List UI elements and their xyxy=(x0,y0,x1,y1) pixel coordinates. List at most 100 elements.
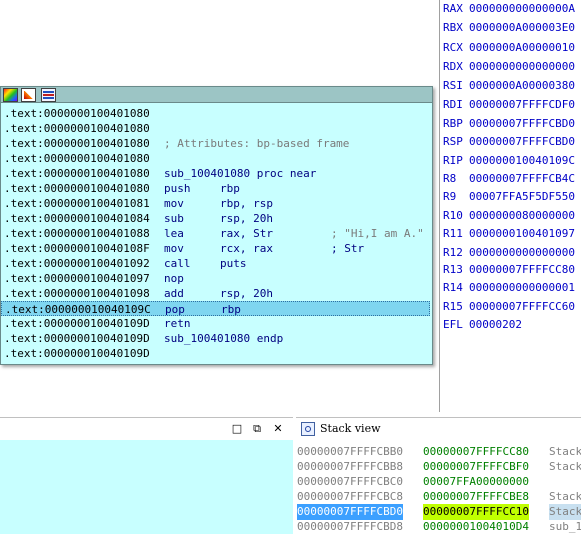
register-value[interactable]: 0000000100401097 xyxy=(469,227,575,240)
restore-button[interactable]: □ xyxy=(229,421,245,437)
stack-value[interactable]: 00000007FFFFCC10 xyxy=(423,504,529,520)
stack-view[interactable]: 00000007FFFFCBB0 00000007FFFFCC80 Stack 000… xyxy=(296,440,581,534)
instruction-mnemonic: add xyxy=(164,287,184,300)
register-name: R15 xyxy=(443,300,463,313)
popup-toolbar xyxy=(1,87,432,103)
register-name: RAX xyxy=(443,2,463,15)
listing-line[interactable]: .text:0000000100401097 nop xyxy=(1,271,430,286)
instruction-mnemonic: nop xyxy=(164,272,184,285)
register-row[interactable]: R10 0000000080000000 xyxy=(443,207,575,225)
register-value[interactable]: 000000010040109C xyxy=(469,154,575,167)
stack-address: 00000007FFFFCBD0 xyxy=(297,504,403,520)
stack-row[interactable]: 00000007FFFFCBD8 00000001004010D4 sub_1 xyxy=(296,519,581,535)
listing-line[interactable]: .text:0000000100401084 sub rsp, 20h xyxy=(1,211,430,226)
register-value[interactable]: 0000000A00000010 xyxy=(469,41,575,54)
stack-view-icon xyxy=(301,422,315,436)
register-value[interactable]: 00000007FFFFCDF0 xyxy=(469,98,575,111)
listing-line[interactable]: .text:000000010040108F mov rcx, rax ; Str xyxy=(1,241,430,256)
register-name: RSP xyxy=(443,135,463,148)
register-row[interactable]: RIP 000000010040109C xyxy=(443,152,575,170)
listing-popup[interactable]: .text:0000000100401080 .text:000000010040… xyxy=(0,86,433,365)
stack-row[interactable]: 00000007FFFFCBB0 00000007FFFFCC80 Stack xyxy=(296,444,581,460)
listing-line[interactable]: .text:0000000100401088 lea rax, Str ; "Hi,I… xyxy=(1,226,430,241)
register-value[interactable]: 0000000000000001 xyxy=(469,281,575,294)
register-name: RBX xyxy=(443,21,463,34)
register-value[interactable]: 0000000A000003E0 xyxy=(469,21,575,34)
line-address: .text:0000000100401080 xyxy=(4,152,150,165)
stack-row[interactable]: 00000007FFFFCBB8 00000007FFFFCBF0 Stack xyxy=(296,459,581,475)
register-name: RDX xyxy=(443,60,463,73)
register-value[interactable]: 00000007FFFFCBD0 xyxy=(469,117,575,130)
listing-line[interactable]: .text:0000000100401098 add rsp, 20h xyxy=(1,286,430,301)
register-row[interactable]: R14 0000000000000001 xyxy=(443,279,575,297)
stack-row[interactable]: 00000007FFFFCBC0 00007FFA00000000 xyxy=(296,474,581,490)
listing-line[interactable]: .text:000000010040109D sub_100401080 endp xyxy=(1,331,430,346)
listing-line[interactable]: .text:000000010040109C pop rbp xyxy=(1,301,430,316)
listing-line[interactable]: .text:0000000100401080 xyxy=(1,151,430,166)
register-row[interactable]: RBP 00000007FFFFCBD0 xyxy=(443,115,575,133)
instruction-operands: rcx, rax xyxy=(220,242,273,255)
register-value[interactable]: 00000007FFFFCBD0 xyxy=(469,135,575,148)
register-row[interactable]: RSP 00000007FFFFCBD0 xyxy=(443,133,575,151)
register-row[interactable]: R12 0000000000000000 xyxy=(443,244,575,262)
listing-line[interactable]: .text:0000000100401080 xyxy=(1,106,430,121)
stack-row[interactable]: 00000007FFFFCBC8 00000007FFFFCBE8 Stack xyxy=(296,489,581,505)
line-address: .text:000000010040109D xyxy=(4,332,150,345)
stack-value[interactable]: 00000007FFFFCC80 xyxy=(423,444,529,460)
register-value[interactable]: 0000000000000000 xyxy=(469,60,575,73)
stack-view-header[interactable]: Stack view xyxy=(296,417,581,441)
register-value[interactable]: 0000000A00000380 xyxy=(469,79,575,92)
register-row[interactable]: RBX 0000000A000003E0 xyxy=(443,19,575,37)
register-value[interactable]: 00000007FFFFCB4C xyxy=(469,172,575,185)
registers-pane[interactable]: RAX 000000000000000A RBX 0000000A000003E0 RC… xyxy=(439,0,581,412)
line-address: .text:0000000100401081 xyxy=(4,197,150,210)
listing-line[interactable]: .text:0000000100401080 push rbp xyxy=(1,181,430,196)
register-row[interactable]: RAX 000000000000000A xyxy=(443,0,575,18)
line-address: .text:0000000100401080 xyxy=(4,137,150,150)
register-row[interactable]: RSI 0000000A00000380 xyxy=(443,77,575,95)
register-value[interactable]: 000000000000000A xyxy=(469,2,575,15)
register-row[interactable]: R8 00000007FFFFCB4C xyxy=(443,170,575,188)
listing-line[interactable]: .text:0000000100401080 ; Attributes: bp-b… xyxy=(1,136,430,151)
instruction-operands: rbp xyxy=(220,182,240,195)
line-address: .text:0000000100401084 xyxy=(4,212,150,225)
stack-value[interactable]: 00000001004010D4 xyxy=(423,519,529,535)
stack-value[interactable]: 00000007FFFFCBE8 xyxy=(423,489,529,505)
register-row[interactable]: RDI 00000007FFFFCDF0 xyxy=(443,96,575,114)
register-row[interactable]: R9 00007FFA5F5DF550 xyxy=(443,188,575,206)
register-row[interactable]: R15 00000007FFFFCC60 xyxy=(443,298,575,316)
output-panel[interactable] xyxy=(0,440,293,534)
register-value[interactable]: 00000202 xyxy=(469,318,522,331)
float-button[interactable]: ⧉ xyxy=(249,421,265,437)
register-name: RCX xyxy=(443,41,463,54)
register-name: R14 xyxy=(443,281,463,294)
close-button[interactable]: ✕ xyxy=(270,421,286,437)
register-row[interactable]: R13 00000007FFFFCC80 xyxy=(443,261,575,279)
listing-line[interactable]: .text:0000000100401081 mov rbp, rsp xyxy=(1,196,430,211)
line-address: .text:0000000100401097 xyxy=(4,272,150,285)
register-value[interactable]: 00000007FFFFCC80 xyxy=(469,263,575,276)
stack-value[interactable]: 00007FFA00000000 xyxy=(423,474,529,490)
register-value[interactable]: 00007FFA5F5DF550 xyxy=(469,190,575,203)
register-row[interactable]: RDX 0000000000000000 xyxy=(443,58,575,76)
register-row[interactable]: EFL 00000202 xyxy=(443,316,522,334)
stack-row[interactable]: 00000007FFFFCBD0 00000007FFFFCC10 Stack xyxy=(296,504,581,520)
register-value[interactable]: 00000007FFFFCC60 xyxy=(469,300,575,313)
stack-value[interactable]: 00000007FFFFCBF0 xyxy=(423,459,529,475)
listing-line[interactable]: .text:000000010040109D xyxy=(1,346,430,361)
listing-line[interactable]: .text:0000000100401080 xyxy=(1,121,430,136)
edit-icon[interactable] xyxy=(21,88,36,102)
register-row[interactable]: RCX 0000000A00000010 xyxy=(443,39,575,57)
instruction-mnemonic: sub_100401080 proc near xyxy=(164,167,317,180)
register-value[interactable]: 0000000080000000 xyxy=(469,209,575,222)
register-row[interactable]: R11 0000000100401097 xyxy=(443,225,575,243)
instruction-mnemonic: mov xyxy=(164,197,184,210)
register-value[interactable]: 0000000000000000 xyxy=(469,246,575,259)
listing-line[interactable]: .text:0000000100401092 call puts xyxy=(1,256,430,271)
listing-line[interactable]: .text:000000010040109D retn xyxy=(1,316,430,331)
color-palette-icon[interactable] xyxy=(3,88,18,102)
listing-line[interactable]: .text:0000000100401080 sub_100401080 proc… xyxy=(1,166,430,181)
line-address: .text:0000000100401080 xyxy=(4,122,150,135)
register-name: R11 xyxy=(443,227,463,240)
options-icon[interactable] xyxy=(41,88,56,102)
